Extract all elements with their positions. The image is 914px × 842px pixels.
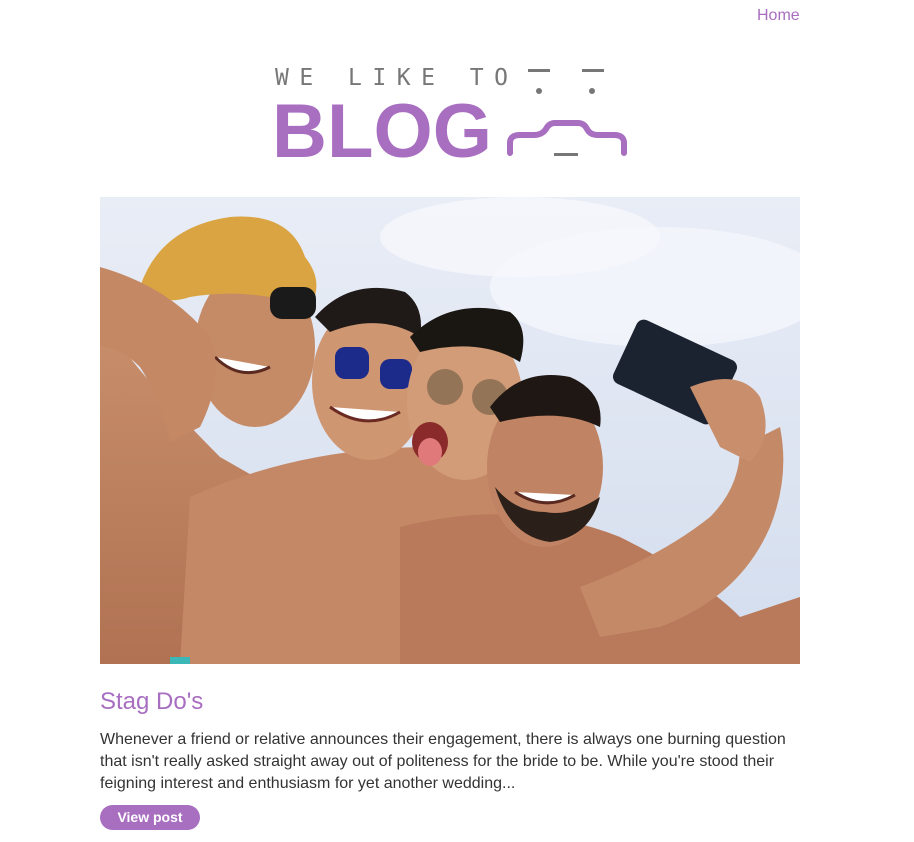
- post-title[interactable]: Stag Do's: [100, 688, 203, 716]
- page: Home WE LIKE TO BLOG Stag Do's Whenever …: [0, 0, 914, 842]
- logo-wordmark: BLOG: [272, 89, 492, 163]
- view-post-button[interactable]: View post: [100, 805, 200, 830]
- logo-tagline: WE LIKE TO: [275, 65, 518, 91]
- post-hero-image[interactable]: [100, 197, 800, 664]
- brace-face-icon: [507, 69, 627, 156]
- post-excerpt: Whenever a friend or relative announces …: [100, 731, 786, 792]
- group-selfie-photo: [100, 197, 800, 664]
- nav-home-link[interactable]: Home: [757, 7, 800, 25]
- site-logo[interactable]: WE LIKE TO BLOG: [272, 63, 632, 163]
